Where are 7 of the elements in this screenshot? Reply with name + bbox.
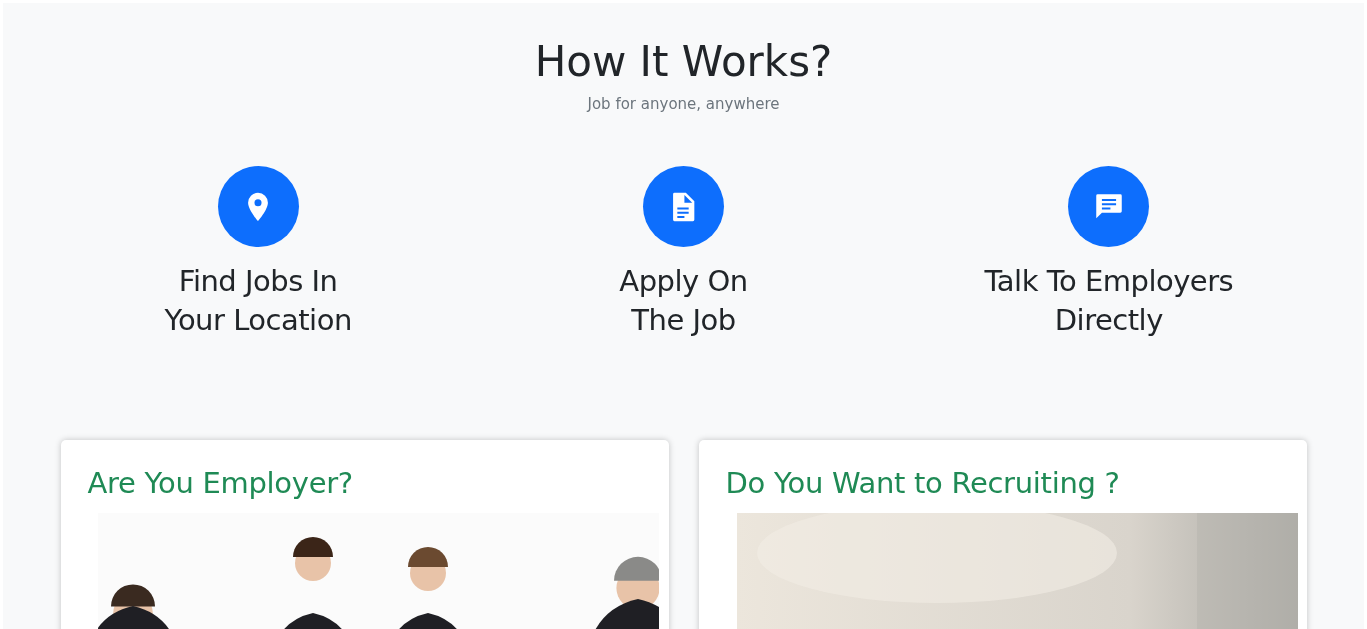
section-title: How It Works?: [534, 36, 833, 88]
step-title: Talk To Employers Directly: [984, 263, 1234, 340]
card-title: Do You Want to Recruiting ?: [725, 466, 1120, 501]
card-title: Are You Employer?: [87, 466, 353, 501]
section-subtitle: Job for anyone, anywhere: [587, 94, 780, 116]
step-title: Apply On The Job: [619, 263, 748, 340]
step-title: Find Jobs In Your Location: [164, 263, 352, 340]
